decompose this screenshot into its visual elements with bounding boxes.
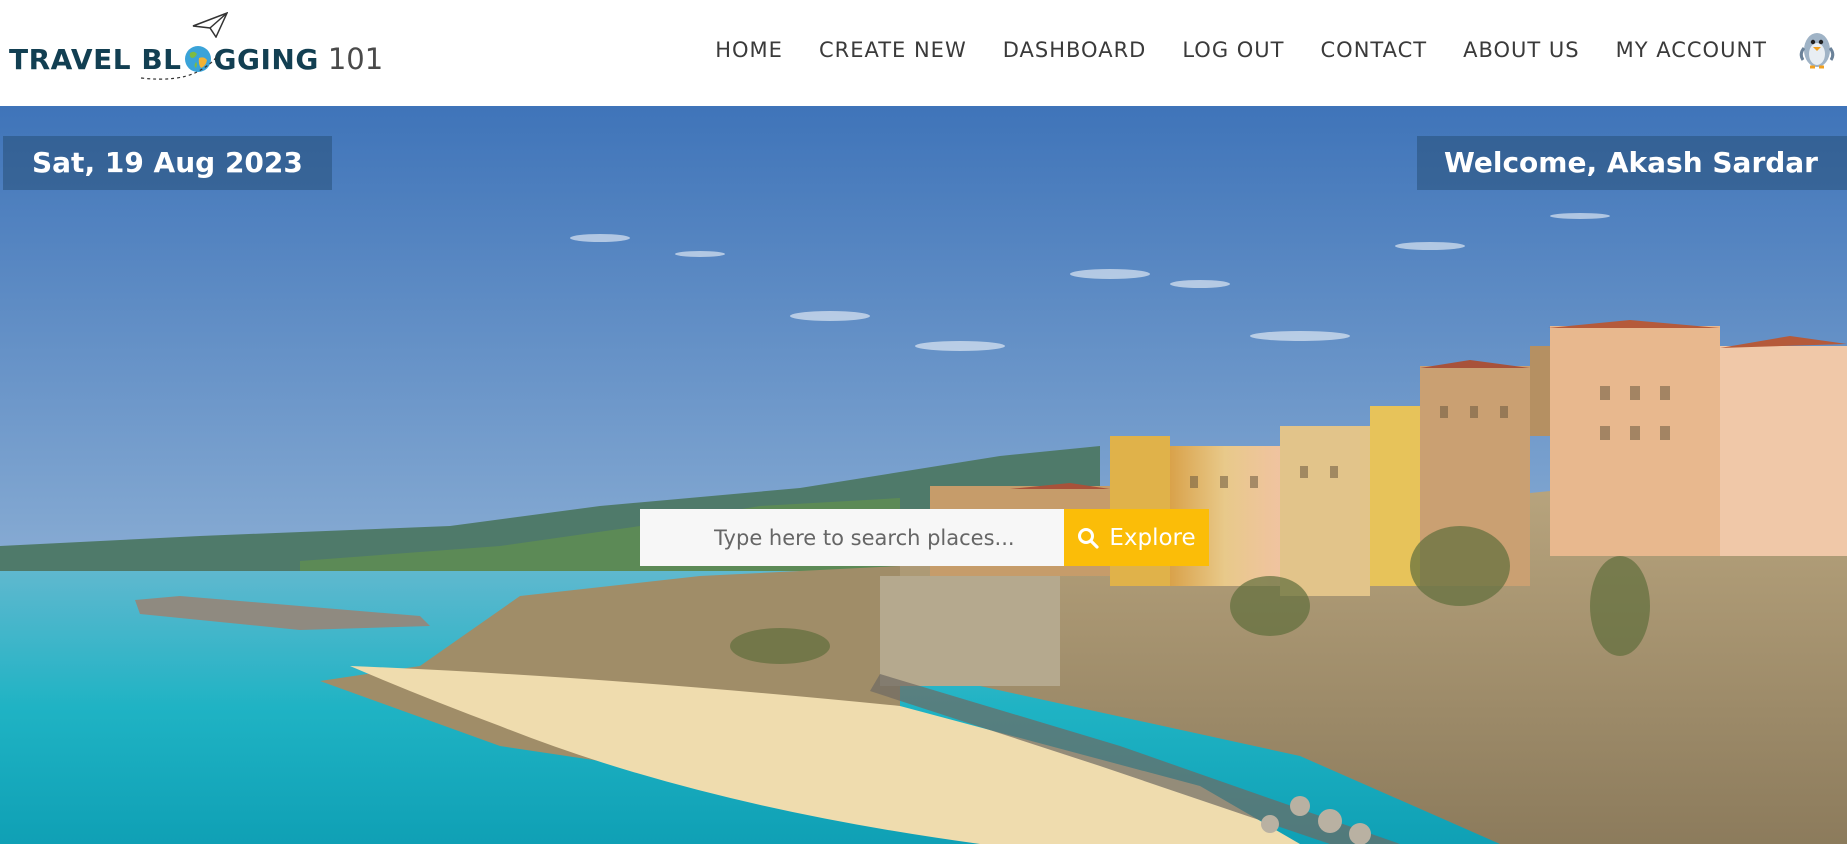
explore-button-label: Explore (1109, 524, 1196, 551)
plane-trail-icon (140, 55, 218, 80)
welcome-badge: Welcome, Akash Sardar (1416, 136, 1847, 190)
date-badge: Sat, 19 Aug 2023 (3, 136, 332, 190)
top-navbar: TRAVEL BL GGING 101 HOME CREATE NEW DASH… (0, 0, 1847, 106)
search-icon (1078, 527, 1099, 549)
search-input[interactable] (640, 509, 1064, 566)
nav-my-account[interactable]: MY ACCOUNT (1616, 38, 1767, 62)
nav-home[interactable]: HOME (715, 38, 783, 62)
user-avatar-icon[interactable] (1797, 20, 1837, 70)
hero-background-image (0, 106, 1847, 844)
brand-number: 101 (327, 42, 384, 76)
brand-logo[interactable]: TRAVEL BL GGING 101 (9, 12, 384, 80)
nav-dashboard[interactable]: DASHBOARD (1003, 38, 1147, 62)
explore-button[interactable]: Explore (1064, 509, 1209, 566)
main-nav: HOME CREATE NEW DASHBOARD LOG OUT CONTAC… (679, 38, 1767, 62)
nav-log-out[interactable]: LOG OUT (1182, 38, 1284, 62)
nav-about-us[interactable]: ABOUT US (1463, 38, 1580, 62)
nav-contact[interactable]: CONTACT (1321, 38, 1428, 62)
paper-plane-icon (192, 12, 228, 38)
search-form: Explore (640, 509, 1209, 566)
hero-banner: Sat, 19 Aug 2023 Welcome, Akash Sardar E… (0, 106, 1847, 844)
nav-create-new[interactable]: CREATE NEW (819, 38, 967, 62)
